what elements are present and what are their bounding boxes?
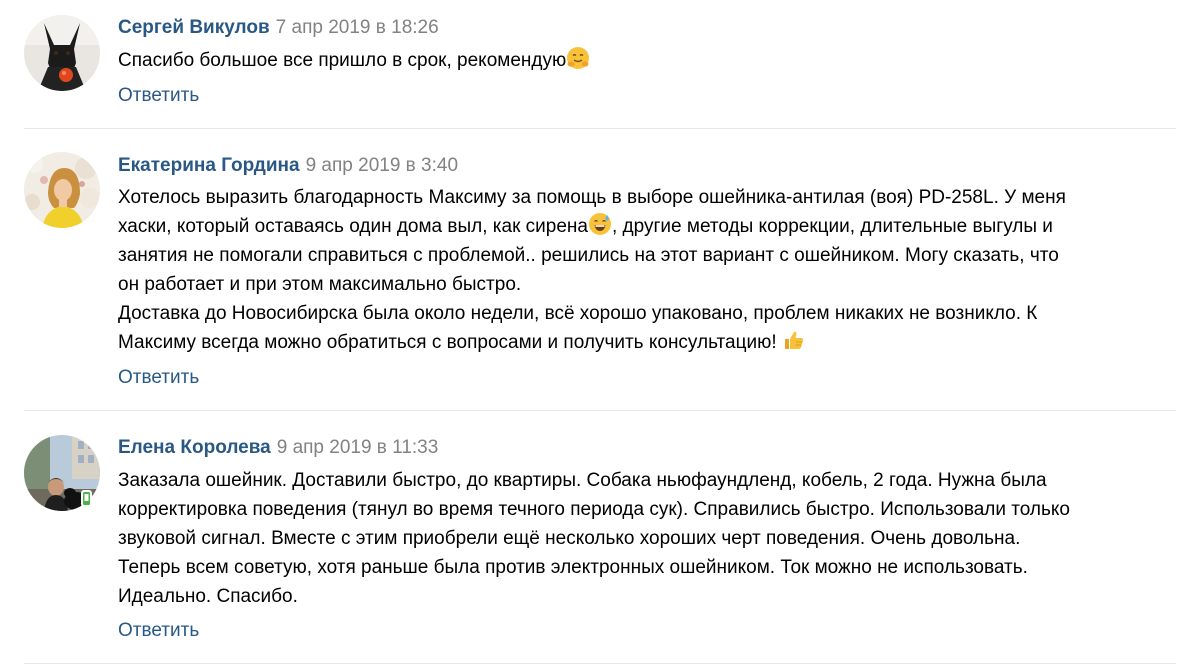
user-avatar-woman-flowers-icon bbox=[24, 152, 100, 228]
comment-meta: Екатерина Гордина 9 апр 2019 в 3:40 bbox=[118, 154, 458, 178]
comment-text-fragment: Идеально. Спасибо. bbox=[118, 586, 298, 607]
comment-text-line: занятия не помогали справиться с проблем… bbox=[118, 241, 1178, 270]
comment-text: Хотелось выразить благодарность Максиму … bbox=[118, 183, 1178, 357]
avatar[interactable] bbox=[24, 15, 100, 91]
comment-text: Заказала ошейник. Доставили быстро, до к… bbox=[118, 466, 1178, 611]
comment-author[interactable]: Елена Королева bbox=[118, 437, 271, 458]
comment-text-fragment: Максиму всегда можно обратиться с вопрос… bbox=[118, 332, 782, 353]
comment-meta: Сергей Викулов 7 апр 2019 в 18:26 bbox=[118, 16, 439, 40]
comment-date[interactable]: 9 апр 2019 в 11:33 bbox=[277, 437, 439, 458]
comment-text-line: Заказала ошейник. Доставили быстро, до к… bbox=[118, 466, 1178, 495]
comment-text-fragment: Доставка до Новосибирска была около неде… bbox=[118, 303, 1038, 324]
comment-date[interactable]: 7 апр 2019 в 18:26 bbox=[276, 17, 439, 38]
comment-text-line: хаски, который оставаясь один дома выл, … bbox=[118, 212, 1178, 241]
comment-author[interactable]: Сергей Викулов bbox=[118, 17, 270, 38]
comment-text-line: корректировка поведения (тянул во время … bbox=[118, 495, 1178, 524]
comment-divider bbox=[24, 410, 1176, 411]
comment-divider bbox=[24, 663, 1176, 664]
reply-button[interactable]: Ответить bbox=[118, 366, 199, 390]
comment-text-fragment: он работает и при этом максимально быстр… bbox=[118, 274, 522, 295]
comment-text-line: Спасибо большое все пришло в срок, реком… bbox=[118, 46, 1178, 75]
comment-text-fragment: корректировка поведения (тянул во время … bbox=[118, 499, 1070, 520]
comment-text-fragment: Заказала ошейник. Доставили быстро, до к… bbox=[118, 470, 1047, 491]
thumbs-up-emoji-icon bbox=[784, 331, 803, 349]
comment-text-fragment: звуковой сигнал. Вместе с этим приобрели… bbox=[118, 528, 1021, 549]
comment-text-fragment: Теперь всем советую, хотя раньше была пр… bbox=[118, 557, 1028, 578]
comment-text-line: он работает и при этом максимально быстр… bbox=[118, 270, 1178, 299]
grinning-sweat-emoji-icon bbox=[589, 213, 611, 235]
comment-text-line: Доставка до Новосибирска была около неде… bbox=[118, 299, 1178, 328]
comment-meta: Елена Королева 9 апр 2019 в 11:33 bbox=[118, 436, 438, 460]
mobile-online-icon bbox=[81, 490, 92, 507]
comment-text-line: Теперь всем советую, хотя раньше была пр… bbox=[118, 553, 1178, 582]
comment-text-line: Хотелось выразить благодарность Максиму … bbox=[118, 183, 1178, 212]
comment-text-fragment: , другие методы коррекции, длительные вы… bbox=[612, 216, 1053, 237]
comment-text: Спасибо большое все пришло в срок, реком… bbox=[118, 46, 1178, 75]
comment-author[interactable]: Екатерина Гордина bbox=[118, 155, 300, 176]
comment-text-fragment: Спасибо большое все пришло в срок, реком… bbox=[118, 50, 567, 71]
comment-text-line: Идеально. Спасибо. bbox=[118, 582, 1178, 611]
comment-text-fragment: хаски, который оставаясь один дома выл, … bbox=[118, 216, 588, 237]
reply-button[interactable]: Ответить bbox=[118, 619, 199, 643]
comment-date[interactable]: 9 апр 2019 в 3:40 bbox=[306, 155, 458, 176]
user-avatar-dog-icon bbox=[24, 15, 100, 91]
comment-text-fragment: Хотелось выразить благодарность Максиму … bbox=[118, 187, 1066, 208]
comment-text-line: Максиму всегда можно обратиться с вопрос… bbox=[118, 328, 1178, 357]
reply-button[interactable]: Ответить bbox=[118, 84, 199, 108]
avatar[interactable] bbox=[24, 152, 100, 228]
hugging-face-emoji-icon bbox=[567, 47, 590, 69]
comment-text-line: звуковой сигнал. Вместе с этим приобрели… bbox=[118, 524, 1178, 553]
comments-list: Сергей Викулов 7 апр 2019 в 18:26 Спасибо… bbox=[0, 0, 1200, 672]
comment-text-fragment: занятия не помогали справиться с проблем… bbox=[118, 245, 1059, 266]
comment-divider bbox=[24, 128, 1176, 129]
